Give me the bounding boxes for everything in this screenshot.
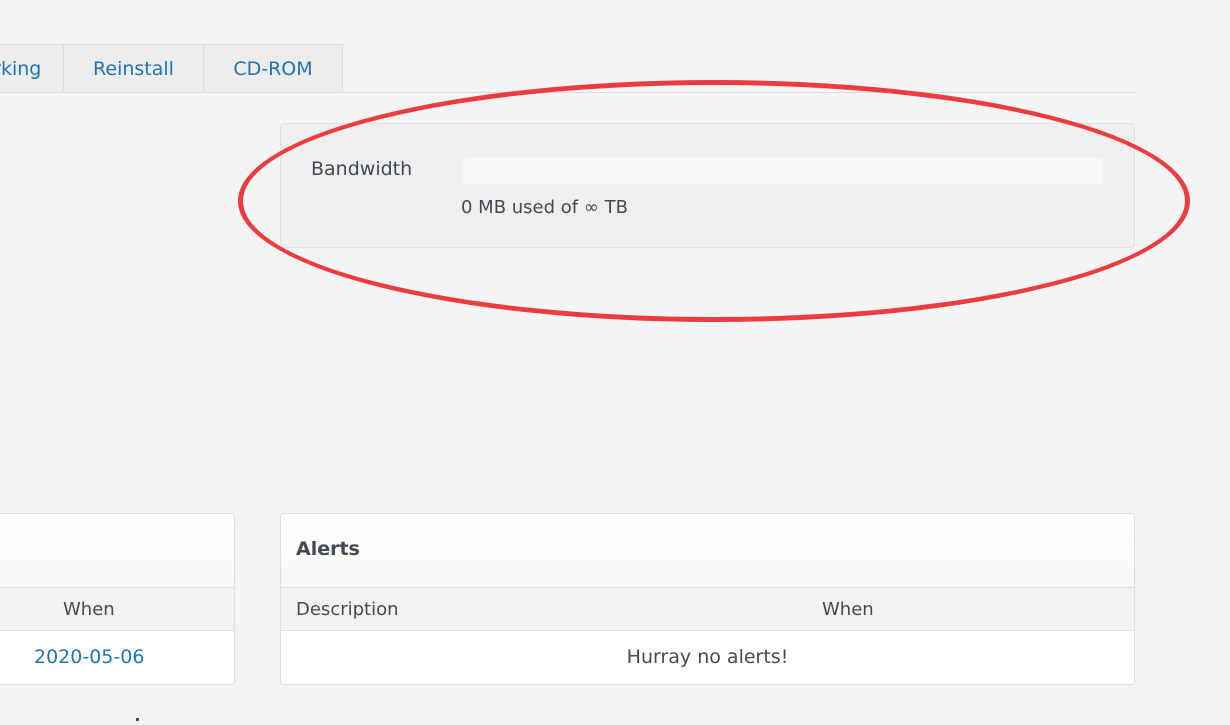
column-header-when: When: [63, 599, 115, 620]
column-header-description: Description: [296, 599, 399, 620]
date-link[interactable]: 2020-05-06: [34, 646, 144, 668]
alerts-table-header-row: Description When: [281, 588, 1134, 631]
bandwidth-panel: Bandwidth 0 MB used of ∞ TB: [280, 123, 1135, 248]
text-fragment: [136, 718, 139, 721]
bandwidth-label: Bandwidth: [311, 158, 413, 180]
recent-activity-panel: When 2020-05-06: [0, 513, 235, 685]
alerts-panel: Alerts Description When Hurray no alerts…: [280, 513, 1135, 685]
alerts-title: Alerts: [296, 538, 360, 560]
alerts-empty-message: Hurray no alerts!: [626, 646, 789, 668]
table-row: 2020-05-06: [0, 631, 234, 684]
panel-header: [0, 514, 234, 588]
tab-reinstall[interactable]: Reinstall: [63, 44, 204, 93]
alerts-empty-row: Hurray no alerts!: [281, 631, 1134, 684]
tab-cd-rom[interactable]: CD-ROM: [203, 44, 343, 93]
page: Networking Reinstall CD-ROM Bandwidth 0 …: [0, 0, 1230, 725]
table-header-row: When: [0, 588, 234, 631]
tab-bar: Networking Reinstall CD-ROM: [0, 44, 343, 93]
alerts-panel-header: Alerts: [281, 514, 1134, 588]
bandwidth-usage-text: 0 MB used of ∞ TB: [461, 197, 628, 218]
column-header-when: When: [822, 599, 874, 620]
bandwidth-progress-bar: [462, 156, 1104, 184]
tab-divider: [0, 92, 1135, 93]
tab-networking[interactable]: Networking: [0, 44, 64, 93]
